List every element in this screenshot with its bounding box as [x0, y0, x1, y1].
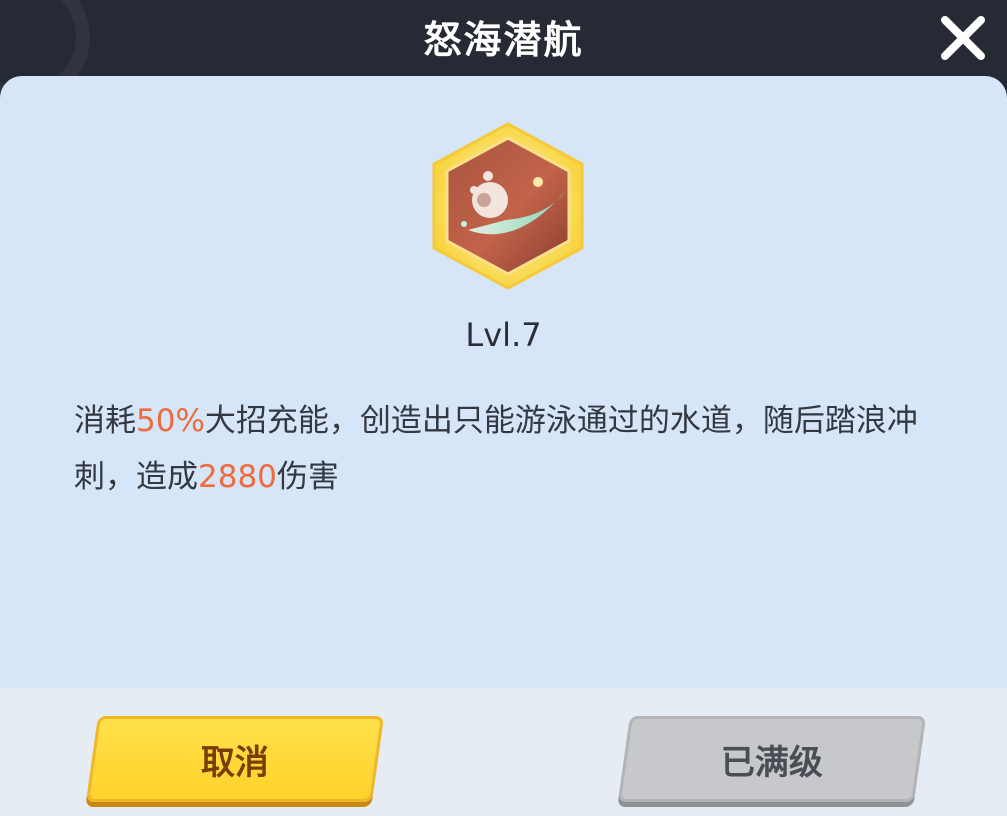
max-level-button-label: 已满级 — [721, 742, 823, 783]
desc-text: 伤害 — [276, 459, 339, 495]
dialog-title: 怒海潜航 — [423, 18, 584, 62]
skill-emblem-icon — [432, 122, 584, 290]
close-icon[interactable] — [937, 12, 989, 64]
header-bar: 怒海潜航 — [0, 0, 1007, 102]
max-level-button[interactable]: 已满级 — [617, 716, 927, 802]
desc-highlight-percent: 50% — [136, 403, 205, 439]
cancel-button[interactable]: 取消 — [85, 716, 385, 802]
skill-level: Lvl.7 — [465, 316, 542, 354]
desc-text: 消耗 — [74, 403, 136, 439]
cancel-button-label: 取消 — [201, 742, 269, 783]
desc-highlight-damage: 2880 — [198, 459, 277, 495]
skill-description: 消耗50%大招充能，创造出只能游泳通过的水道，随后踏浪冲刺，造成2880伤害 — [74, 393, 954, 505]
